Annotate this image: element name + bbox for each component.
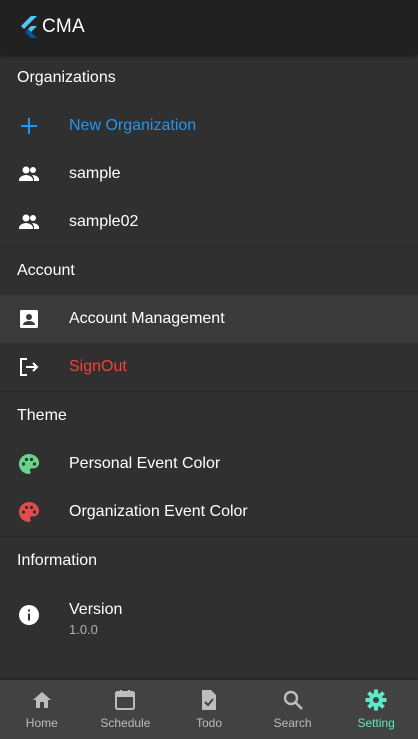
organization-event-color-label: Organization Event Color — [69, 503, 248, 520]
signout-item[interactable]: SignOut — [0, 343, 418, 391]
logout-icon — [17, 355, 41, 379]
account-management-label: Account Management — [69, 310, 225, 327]
nav-search[interactable]: Search — [251, 680, 335, 739]
people-icon — [17, 162, 41, 186]
todo-icon — [197, 688, 221, 712]
version-label: Version — [69, 601, 123, 618]
section-header-organizations: Organizations — [17, 69, 116, 86]
section-header-account: Account — [17, 262, 75, 279]
nav-todo[interactable]: Todo — [167, 680, 251, 739]
account-box-icon — [17, 307, 41, 331]
section-header-information: Information — [17, 552, 98, 569]
new-organization-item[interactable]: New Organization — [0, 102, 418, 150]
info-icon — [17, 603, 41, 627]
organization-event-color-item[interactable]: Organization Event Color — [0, 488, 418, 536]
nav-schedule[interactable]: Schedule — [84, 680, 168, 739]
flutter-logo-icon — [20, 15, 40, 39]
nav-todo-label: Todo — [195, 716, 222, 730]
add-icon — [17, 114, 41, 138]
new-organization-label: New Organization — [69, 117, 197, 134]
nav-setting-label: Setting — [357, 716, 395, 730]
nav-schedule-label: Schedule — [100, 716, 151, 730]
version-item: Version 1.0.0 — [0, 585, 418, 649]
personal-event-color-item[interactable]: Personal Event Color — [0, 440, 418, 488]
settings-list: Organizations New Organization sample sa… — [0, 54, 418, 680]
home-icon — [30, 688, 54, 712]
app-title: CMA — [42, 16, 85, 37]
nav-home[interactable]: Home — [0, 680, 84, 739]
personal-event-color-label: Personal Event Color — [69, 455, 221, 472]
nav-setting[interactable]: Setting — [334, 680, 418, 739]
organization-item-sample[interactable]: sample — [0, 150, 418, 198]
bottom-navigation: Home Schedule Todo Search Setting — [0, 680, 418, 739]
gear-icon — [364, 688, 388, 712]
nav-home-label: Home — [25, 716, 58, 730]
organization-label: sample02 — [69, 213, 139, 230]
nav-search-label: Search — [273, 716, 312, 730]
version-value: 1.0.0 — [69, 622, 98, 637]
organization-item-sample02[interactable]: sample02 — [0, 198, 418, 246]
search-icon — [281, 688, 305, 712]
palette-icon — [17, 500, 41, 524]
app-bar: CMA — [0, 0, 418, 54]
section-header-theme: Theme — [17, 407, 67, 424]
palette-icon — [17, 452, 41, 476]
calendar-icon — [113, 688, 137, 712]
people-icon — [17, 210, 41, 234]
organization-label: sample — [69, 165, 121, 182]
account-management-item[interactable]: Account Management — [0, 295, 418, 343]
signout-label: SignOut — [69, 358, 127, 375]
